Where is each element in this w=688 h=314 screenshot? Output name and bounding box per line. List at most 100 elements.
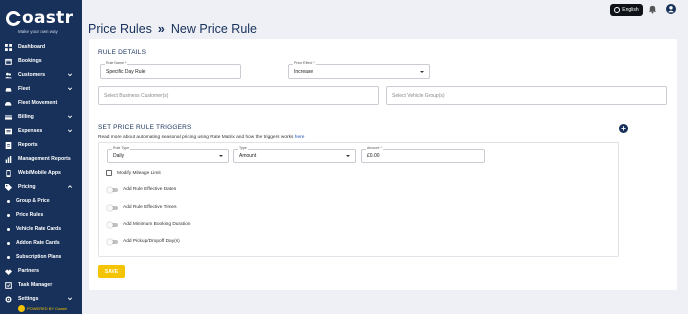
car-icon <box>5 86 12 93</box>
sidebar-subitem-label: Addon Rate Cards <box>16 240 60 246</box>
sidebar: oastr Make your own way Dashboard Bookin… <box>0 0 82 314</box>
dropdown-caret-icon <box>346 155 350 157</box>
coastr-logo[interactable]: oastr Make your own way <box>6 8 76 36</box>
sidebar-item-pricing[interactable]: Pricing <box>0 180 82 194</box>
bullet-dot <box>7 213 10 217</box>
customers-icon <box>5 72 12 79</box>
save-button[interactable]: SAVE <box>98 265 125 278</box>
sidebar-subitem-price-rules[interactable]: Price Rules <box>0 208 82 222</box>
price-effect-select[interactable]: Price Effect * Increase <box>288 61 430 79</box>
sidebar-item-customers[interactable]: Customers <box>0 68 82 82</box>
sidebar-item-management-reports[interactable]: Management Reports <box>0 152 82 166</box>
sidebar-item-task-manager[interactable]: Task Manager <box>0 278 82 292</box>
type-select[interactable]: Type Amount <box>233 146 356 163</box>
rule-type-label: Rule Type <box>112 146 131 150</box>
sidebar-subitem-addon-rate-cards[interactable]: Addon Rate Cards <box>0 236 82 250</box>
sidebar-item-partners[interactable]: Partners <box>0 264 82 278</box>
powered-by-badge: POWERED BY Coastr <box>18 305 67 312</box>
dropdown-caret-icon <box>219 155 223 157</box>
sidebar-item-label: Expenses <box>18 128 43 134</box>
sidebar-item-fleet[interactable]: Fleet <box>0 82 82 96</box>
pickup-dropoff-days-toggle[interactable] <box>107 238 119 245</box>
toggle-row-minimum-duration[interactable]: Add Minimum Booking Duration <box>107 221 190 228</box>
breadcrumb-root[interactable]: Price Rules <box>88 22 152 36</box>
bullet-dot <box>7 255 10 259</box>
billing-icon <box>5 114 12 121</box>
toggle-row-effective-times[interactable]: Add Rule Effective Times <box>107 204 177 211</box>
rule-name-value: Specific Day Rule <box>106 68 146 75</box>
bullet-dot <box>7 241 10 245</box>
breadcrumb-separator: » <box>157 22 165 36</box>
breadcrumb-current: New Price Rule <box>170 22 258 36</box>
logo-c-mark <box>6 10 22 26</box>
triggers-heading: SET PRICE RULE TRIGGERS <box>98 124 192 131</box>
rule-name-field[interactable]: Rule Name * Specific Day Rule <box>100 61 241 79</box>
toggle-label: Add Rule Effective Dates <box>123 187 177 192</box>
effective-dates-toggle[interactable] <box>107 186 119 193</box>
sidebar-item-bookings[interactable]: Bookings <box>0 54 82 68</box>
reports-icon <box>5 141 12 149</box>
business-customers-placeholder: Select Business Customer(s) <box>104 92 169 99</box>
toggle-row-effective-dates[interactable]: Add Rule Effective Dates <box>107 186 177 193</box>
minimum-duration-toggle[interactable] <box>107 221 119 228</box>
add-trigger-button[interactable]: + <box>619 124 628 133</box>
triggers-info-link[interactable]: here <box>295 135 305 140</box>
fleet-movement-icon <box>5 100 12 107</box>
bookings-icon <box>5 58 12 65</box>
type-value: Amount <box>239 153 257 159</box>
sidebar-subitem-label: Group & Price <box>16 198 50 204</box>
dropdown-caret-icon <box>420 70 424 73</box>
triggers-info-body: Read more about automating seasonal pric… <box>98 135 295 140</box>
modify-mileage-checkbox[interactable] <box>106 170 112 176</box>
amount-field[interactable]: Amount * £0.00 <box>361 146 485 163</box>
toggle-label: Add Pickup/Dropoff Day(s) <box>123 239 180 244</box>
sidebar-item-billing[interactable]: Billing <box>0 110 82 124</box>
business-customers-select[interactable]: Select Business Customer(s) <box>98 86 379 105</box>
sidebar-subitem-subscription-plans[interactable]: Subscription Plans <box>0 250 82 264</box>
language-label: English <box>622 7 639 13</box>
chevron-up-icon <box>67 185 73 188</box>
bullet-dot <box>7 227 10 231</box>
sidebar-subitem-label: Vehicle Rate Cards <box>16 226 62 232</box>
sidebar-item-label: Task Manager <box>18 282 53 288</box>
toggle-label: Add Rule Effective Times <box>123 205 177 210</box>
language-button[interactable]: English <box>610 4 643 16</box>
price-effect-label: Price Effect * <box>293 61 316 65</box>
chevron-down-icon <box>67 87 73 91</box>
bell-icon[interactable] <box>648 4 657 14</box>
user-avatar-icon[interactable] <box>666 4 676 14</box>
sidebar-item-label: Dashboard <box>18 44 46 50</box>
sidebar-subitem-vehicle-rate-cards[interactable]: Vehicle Rate Cards <box>0 222 82 236</box>
sidebar-item-label: Pricing <box>18 184 36 190</box>
sidebar-subitem-label: Price Rules <box>16 212 44 218</box>
sidebar-item-dashboard[interactable]: Dashboard <box>0 40 82 54</box>
vehicle-groups-placeholder: Select Vehicle Group(s) <box>392 92 445 99</box>
sidebar-item-settings[interactable]: Settings <box>0 292 82 306</box>
sidebar-item-web-mobile-apps[interactable]: Web/Mobile Apps <box>0 166 82 180</box>
management-reports-icon <box>5 155 12 163</box>
bullet-dot <box>7 199 10 203</box>
sidebar-item-fleet-movement[interactable]: Fleet Movement <box>0 96 82 110</box>
modify-mileage-checkbox-row[interactable]: Modify Mileage Limit <box>106 170 161 176</box>
rule-type-select[interactable]: Rule Type Daily <box>107 146 229 163</box>
vehicle-groups-select[interactable]: Select Vehicle Group(s) <box>386 86 667 105</box>
amount-label: Amount * <box>366 146 383 150</box>
globe-icon <box>614 7 621 13</box>
type-label: Type <box>238 146 248 150</box>
sidebar-item-expenses[interactable]: Expenses <box>0 124 82 138</box>
sidebar-item-label: Bookings <box>18 58 42 64</box>
rule-type-value: Daily <box>113 153 125 159</box>
gear-icon <box>5 295 12 303</box>
top-bar: Price Rules » New Price Rule English <box>82 0 688 40</box>
effective-times-toggle[interactable] <box>107 204 119 211</box>
toggle-row-pickup-dropoff-days[interactable]: Add Pickup/Dropoff Day(s) <box>107 238 180 245</box>
rule-details-heading: RULE DETAILS <box>98 49 147 56</box>
sidebar-item-label: Partners <box>18 268 40 274</box>
expenses-icon <box>5 128 12 135</box>
sidebar-item-reports[interactable]: Reports <box>0 138 82 152</box>
sidebar-subitem-group-price[interactable]: Group & Price <box>0 194 82 208</box>
sidebar-item-label: Management Reports <box>18 156 71 162</box>
task-manager-icon <box>5 281 12 289</box>
sidebar-nav: Dashboard Bookings Customers Fleet Fleet… <box>0 40 82 306</box>
pricing-tag-icon <box>5 183 12 191</box>
